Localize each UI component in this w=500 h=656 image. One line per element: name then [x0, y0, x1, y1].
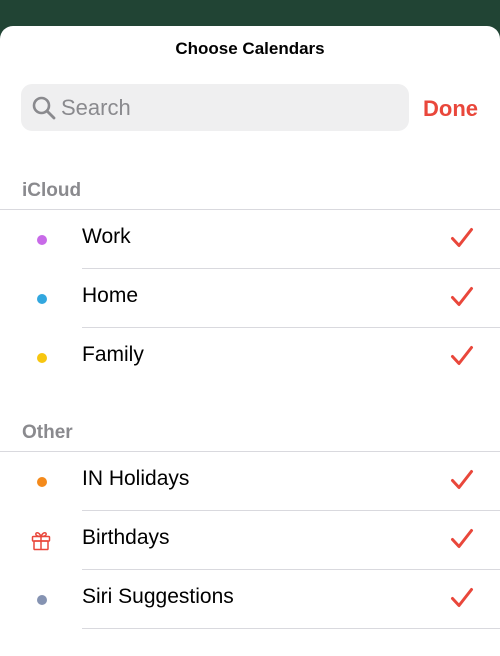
search-icon	[32, 96, 56, 120]
checkmark-icon	[451, 228, 473, 247]
section-header-icloud: iCloud	[22, 180, 82, 201]
calendar-label: IN Holidays	[82, 467, 190, 490]
checkmark-icon	[451, 346, 473, 365]
calendar-color-dot	[37, 235, 47, 245]
calendar-label: Work	[82, 225, 131, 248]
calendar-row-siri-suggestions[interactable]: Siri Suggestions	[0, 569, 500, 628]
divider	[82, 628, 500, 629]
calendar-color-dot	[37, 595, 47, 605]
checkmark-icon	[451, 588, 473, 607]
calendar-color-dot	[37, 353, 47, 363]
search-bar[interactable]	[21, 84, 409, 131]
calendar-row-birthdays[interactable]: Birthdays	[0, 510, 500, 569]
calendar-label: Home	[82, 284, 139, 307]
calendar-color-dot	[37, 477, 47, 487]
search-input[interactable]	[61, 84, 401, 131]
calendar-row-in-holidays[interactable]: IN Holidays	[0, 451, 500, 510]
done-button[interactable]: Done	[423, 96, 478, 122]
checkmark-icon	[451, 470, 473, 489]
sheet-title: Choose Calendars	[175, 39, 325, 58]
checkmark-icon	[451, 287, 473, 306]
calendar-row-home[interactable]: Home	[0, 268, 500, 327]
calendar-row-work[interactable]: Work	[0, 209, 500, 268]
calendar-chooser-sheet: Choose Calendars Done iCloud Work Home F…	[0, 26, 500, 656]
gift-icon	[31, 531, 51, 551]
calendar-label: Siri Suggestions	[82, 585, 234, 608]
section-header-other: Other	[22, 422, 73, 443]
calendar-label: Birthdays	[82, 526, 170, 549]
calendar-row-family[interactable]: Family	[0, 327, 500, 386]
calendar-label: Family	[82, 343, 144, 366]
checkmark-icon	[451, 529, 473, 548]
calendar-color-dot	[37, 294, 47, 304]
